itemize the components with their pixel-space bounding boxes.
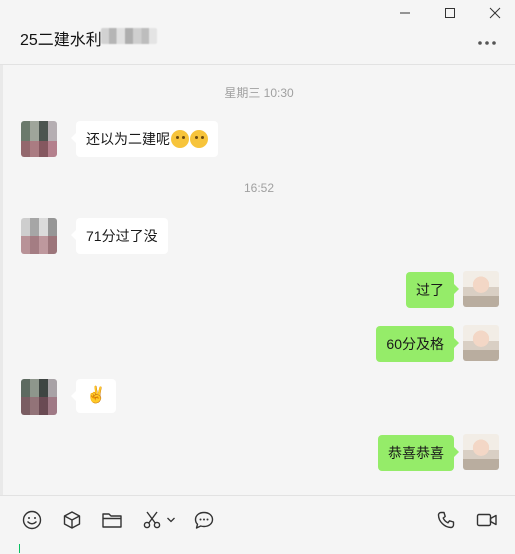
message-text: 过了 bbox=[416, 282, 444, 298]
timestamp: 星期三 10:30 bbox=[224, 86, 294, 100]
text-input-cursor[interactable] bbox=[19, 544, 20, 553]
emoji-icon bbox=[22, 510, 42, 530]
message-bubble-outgoing[interactable]: 恭喜恭喜 bbox=[378, 435, 459, 471]
package-icon bbox=[63, 511, 81, 529]
chat-header: 25二建水利 bbox=[0, 0, 515, 65]
more-options-button[interactable] bbox=[475, 36, 499, 50]
screenshot-button[interactable] bbox=[140, 508, 164, 532]
chat-bubble-icon bbox=[194, 511, 214, 529]
message-bubble-incoming[interactable]: 还以为二建呢 bbox=[71, 121, 218, 157]
chat-window: 25二建水利 星期三 10:30 还以为二建呢 16:52 71分过了没 过了 … bbox=[0, 0, 515, 554]
chat-history-button[interactable] bbox=[192, 508, 216, 532]
maximize-icon bbox=[445, 8, 455, 18]
avatar[interactable] bbox=[463, 434, 499, 470]
input-toolbar bbox=[0, 495, 515, 554]
video-call-button[interactable] bbox=[475, 508, 499, 532]
close-icon bbox=[489, 7, 501, 19]
blurred-name-suffix bbox=[101, 28, 157, 44]
victory-hand-emoji: ✌️ bbox=[86, 387, 106, 404]
avatar[interactable] bbox=[463, 271, 499, 307]
send-file-button[interactable] bbox=[100, 508, 124, 532]
message-bubble-incoming[interactable]: ✌️ bbox=[71, 379, 116, 413]
folder-icon bbox=[102, 513, 122, 528]
close-button[interactable] bbox=[472, 0, 515, 26]
minimize-icon bbox=[400, 12, 410, 14]
screenshot-options-button[interactable] bbox=[164, 508, 178, 532]
message-list[interactable]: 星期三 10:30 还以为二建呢 16:52 71分过了没 过了 60分及格 ✌… bbox=[3, 65, 515, 495]
chat-title: 25二建水利 bbox=[20, 32, 102, 49]
voice-call-button[interactable] bbox=[434, 508, 458, 532]
avatar[interactable] bbox=[21, 121, 57, 157]
phone-icon bbox=[437, 511, 455, 529]
message-text: 71分过了没 bbox=[86, 228, 158, 244]
minimize-button[interactable] bbox=[382, 0, 428, 26]
favorites-button[interactable] bbox=[60, 508, 84, 532]
thinking-face-icon bbox=[190, 130, 208, 148]
message-bubble-incoming[interactable]: 71分过了没 bbox=[71, 218, 168, 254]
ellipsis-icon bbox=[478, 41, 496, 45]
message-text: 还以为二建呢 bbox=[86, 131, 170, 147]
message-text: 恭喜恭喜 bbox=[388, 445, 444, 461]
video-icon bbox=[476, 513, 497, 527]
emoji-button[interactable] bbox=[20, 508, 44, 532]
maximize-button[interactable] bbox=[427, 0, 473, 26]
scissors-icon bbox=[143, 511, 161, 529]
timestamp: 16:52 bbox=[243, 181, 275, 195]
message-bubble-outgoing[interactable]: 过了 bbox=[406, 272, 459, 308]
avatar[interactable] bbox=[21, 379, 57, 415]
thinking-face-icon bbox=[171, 130, 189, 148]
avatar[interactable] bbox=[21, 218, 57, 254]
message-bubble-outgoing[interactable]: 60分及格 bbox=[376, 326, 459, 362]
avatar[interactable] bbox=[463, 325, 499, 361]
message-text: 60分及格 bbox=[386, 336, 444, 352]
chevron-down-icon bbox=[167, 517, 175, 523]
